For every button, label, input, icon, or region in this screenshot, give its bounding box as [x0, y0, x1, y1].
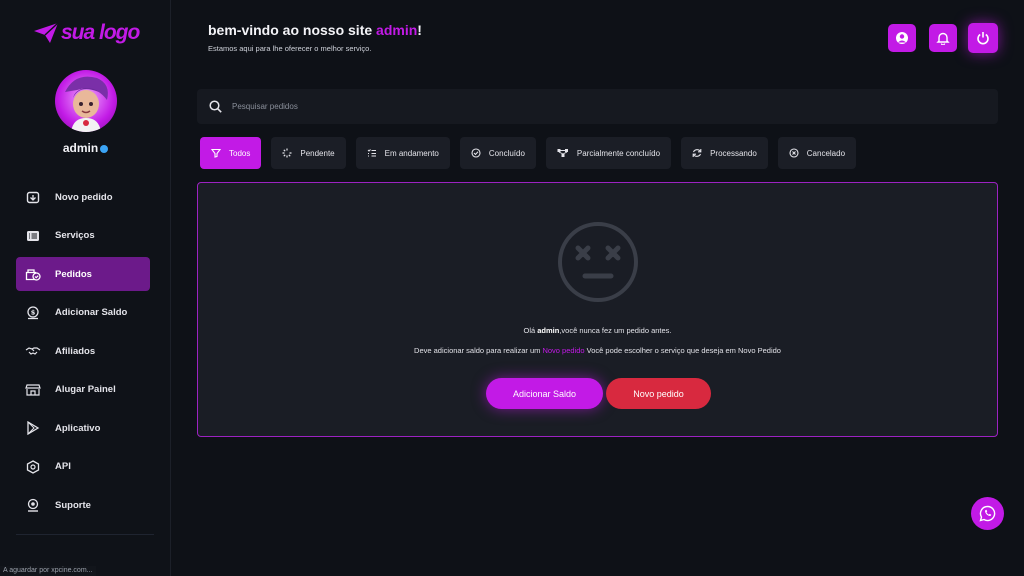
filter-todos[interactable]: Todos [200, 137, 262, 169]
partial-icon [557, 149, 568, 157]
play-store-icon [25, 420, 41, 436]
avatar-image [65, 76, 108, 132]
browser-status-bar: A aguardar por xpcine.com... [0, 566, 96, 576]
sidebar-nav: Novo pedido Serviços Pedidos $ Adicionar… [16, 180, 150, 527]
wallet-icon: $ [25, 305, 41, 321]
new-order-button[interactable]: Novo pedido [606, 378, 711, 409]
sidebar-item-label: Aplicativo [55, 422, 101, 434]
empty-message-user: admin [537, 326, 560, 335]
store-icon [25, 382, 41, 398]
brand-logo[interactable]: sua logo [33, 18, 140, 48]
username: admin [0, 141, 171, 155]
sidebar-item-novo-pedido[interactable]: Novo pedido [16, 180, 150, 214]
list-icon [25, 228, 41, 244]
filter-label: Cancelado [806, 148, 846, 158]
support-icon [25, 497, 41, 513]
welcome-prefix: bem-vindo ao nosso site [208, 22, 377, 38]
filter-cancelado[interactable]: Cancelado [777, 137, 857, 169]
filter-label: Pendente [300, 148, 335, 158]
sidebar-item-api[interactable]: API [16, 450, 150, 484]
search-bar [197, 89, 998, 124]
filter-icon [211, 148, 221, 158]
filter-label: Processando [710, 148, 757, 158]
spinner-icon [282, 148, 292, 158]
instructions-suffix: Você pode escolher o serviço que deseja … [584, 346, 781, 355]
sidebar-item-servicos[interactable]: Serviços [16, 219, 150, 253]
sidebar-item-label: API [55, 461, 71, 472]
filter-parcialmente-concluido[interactable]: Parcialmente concluído [545, 137, 672, 169]
status-filters: Todos Pendente Em andamento Concluído Pa… [200, 137, 857, 169]
orders-empty-panel: Olá admin,você nunca fez um pedido antes… [197, 182, 998, 437]
filter-em-andamento[interactable]: Em andamento [355, 137, 450, 169]
avatar[interactable] [55, 70, 117, 132]
search-input[interactable] [232, 102, 932, 111]
empty-message-prefix: Olá [523, 326, 538, 335]
whatsapp-button[interactable] [971, 497, 1004, 530]
username-text: admin [62, 141, 99, 155]
sidebar-item-label: Alugar Painel [55, 384, 116, 395]
api-icon [25, 459, 41, 475]
add-balance-button[interactable]: Adicionar Saldo [486, 378, 603, 409]
empty-message-suffix: ,você nunca fez um pedido antes. [559, 326, 672, 335]
sidebar-item-label: Novo pedido [55, 191, 113, 203]
search-icon [209, 100, 222, 113]
filter-pendente[interactable]: Pendente [271, 137, 346, 169]
page-title: bem-vindo ao nosso site admin! [208, 22, 422, 38]
sidebar-item-pedidos[interactable]: Pedidos [16, 257, 150, 291]
sidebar-item-suporte[interactable]: Suporte [16, 488, 150, 522]
filter-processando[interactable]: Processando [681, 137, 768, 169]
paper-plane-icon [34, 22, 59, 43]
dizzy-face-icon [558, 222, 638, 302]
novo-pedido-link[interactable]: Novo pedido [542, 346, 584, 355]
sidebar-item-alugar-painel[interactable]: Alugar Painel [16, 373, 150, 407]
welcome-user: admin [376, 22, 418, 38]
whatsapp-icon [979, 505, 996, 522]
cancel-circle-icon [789, 148, 799, 158]
check-circle-icon [471, 148, 481, 158]
bell-icon [936, 32, 950, 45]
filter-label: Parcialmente concluído [576, 148, 661, 158]
instructions-prefix: Deve adicionar saldo para realizar um [414, 346, 543, 355]
filter-label: Concluído [488, 148, 525, 158]
sidebar: sua logo admin Novo pedido Serviços Pedi… [0, 0, 171, 576]
list-check-icon [367, 149, 376, 157]
sidebar-item-afiliados[interactable]: Afiliados [16, 334, 150, 368]
orders-icon [25, 266, 41, 282]
logo-text: sua logo [61, 21, 140, 44]
sidebar-item-label: Serviços [55, 230, 95, 241]
sidebar-item-aplicativo[interactable]: Aplicativo [16, 411, 150, 445]
profile-button[interactable] [888, 24, 916, 52]
logout-button[interactable] [968, 23, 998, 53]
welcome-suffix: ! [417, 22, 422, 38]
page-subtitle: Estamos aqui para lhe oferecer o melhor … [208, 44, 372, 53]
sidebar-item-label: Adicionar Saldo [55, 307, 128, 318]
sidebar-item-label: Suporte [55, 499, 91, 511]
sidebar-item-adicionar-saldo[interactable]: $ Adicionar Saldo [16, 296, 150, 330]
svg-text:$: $ [31, 308, 36, 316]
empty-instructions: Deve adicionar saldo para realizar um No… [198, 346, 997, 355]
sidebar-item-label: Pedidos [55, 268, 92, 280]
filter-concluido[interactable]: Concluído [459, 137, 536, 169]
sidebar-divider [16, 534, 154, 535]
sidebar-item-label: Afiliados [55, 345, 96, 357]
handshake-icon [25, 343, 41, 359]
new-order-icon [25, 189, 41, 205]
empty-message: Olá admin,você nunca fez um pedido antes… [198, 326, 997, 335]
refresh-icon [692, 149, 702, 157]
verified-badge-icon [100, 145, 109, 153]
power-icon [977, 32, 989, 45]
filter-label: Todos [229, 148, 251, 158]
filter-label: Em andamento [384, 148, 439, 158]
user-circle-icon [896, 32, 908, 44]
notifications-button[interactable] [929, 24, 957, 52]
